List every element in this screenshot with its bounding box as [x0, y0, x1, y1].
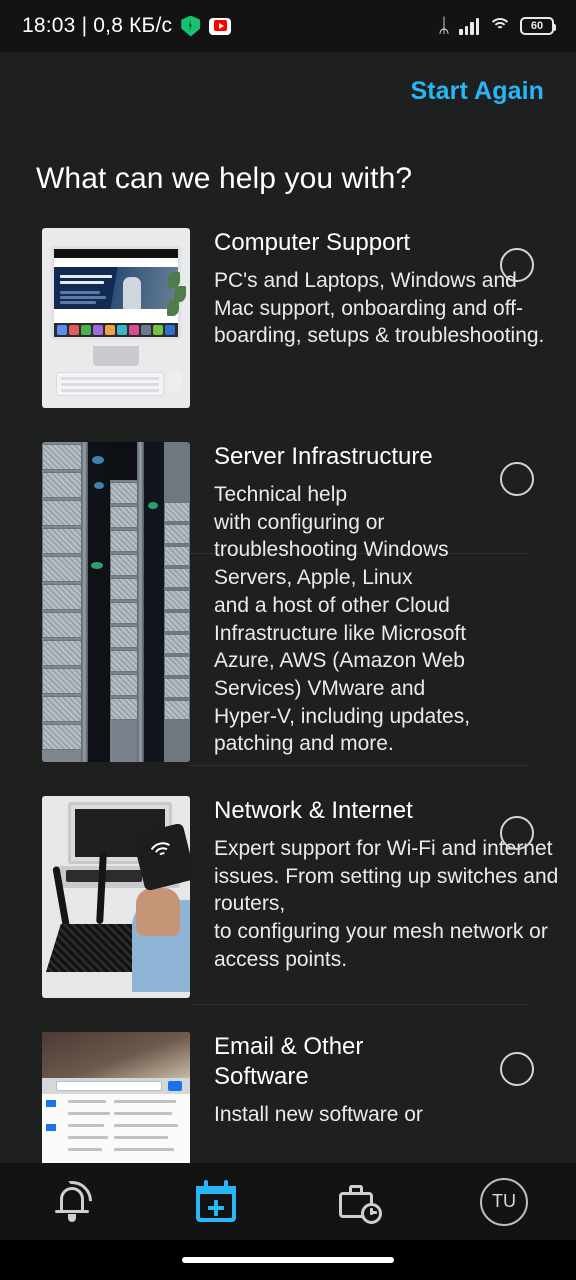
email-inbox-photo: 12 — [42, 1032, 190, 1163]
list-item-description: Technical help with configuring or troub… — [214, 483, 471, 756]
list-divider — [190, 765, 530, 766]
radio-computer-support[interactable] — [500, 248, 534, 282]
wifi-router-photo — [42, 796, 190, 998]
list-item-body: Email & Other Software Install new softw… — [190, 1032, 576, 1163]
list-item-description: Install new software or — [214, 1103, 423, 1126]
bottom-navigation-bar[interactable]: TU — [0, 1163, 576, 1240]
imac-desktop-photo — [42, 228, 190, 408]
list-item-description: Expert support for Wi-Fi and internet is… — [214, 837, 559, 971]
nav-item-job-history[interactable] — [288, 1163, 432, 1240]
status-bar-right: ᛦ 60 — [438, 15, 556, 37]
briefcase-clock-icon — [337, 1180, 383, 1224]
page-title: What can we help you with? — [36, 162, 413, 195]
shield-icon — [181, 15, 201, 37]
start-again-button[interactable]: Start Again — [410, 77, 544, 106]
wifi-icon — [488, 17, 511, 35]
signal-bars-icon — [459, 17, 479, 35]
list-item-body: Computer Support PC's and Laptops, Windo… — [190, 228, 576, 408]
avatar: TU — [480, 1177, 528, 1226]
status-bar-left: 18:03 | 0,8 КБ/с — [22, 14, 232, 38]
nav-item-new-booking[interactable] — [144, 1163, 288, 1240]
server-rack-photo — [42, 442, 190, 762]
service-options-list[interactable]: Computer Support PC's and Laptops, Windo… — [0, 228, 576, 1163]
youtube-icon — [209, 17, 232, 35]
list-item[interactable]: Network & Internet Expert support for Wi… — [0, 796, 576, 998]
radio-email-other-software[interactable] — [500, 1052, 534, 1086]
radio-server-infrastructure[interactable] — [500, 462, 534, 496]
list-item-body: Network & Internet Expert support for Wi… — [190, 796, 576, 998]
status-clock: 18:03 | 0,8 КБ/с — [22, 14, 173, 37]
list-item[interactable]: Server Infrastructure Technical help wit… — [0, 442, 576, 762]
nav-item-notifications[interactable] — [0, 1163, 144, 1240]
battery-icon: 60 — [520, 17, 556, 35]
battery-level-label: 60 — [530, 19, 544, 32]
home-indicator[interactable] — [182, 1257, 394, 1263]
list-item[interactable]: 12 Email & Other Software Install new so… — [0, 1032, 576, 1163]
gesture-nav-area — [0, 1240, 576, 1280]
status-bar: 18:03 | 0,8 КБ/с ᛦ 60 — [0, 0, 576, 52]
bluetooth-icon: ᛦ — [438, 15, 450, 37]
list-item[interactable]: Computer Support PC's and Laptops, Windo… — [0, 228, 576, 408]
radio-network-internet[interactable] — [500, 816, 534, 850]
app-header: Start Again — [0, 52, 576, 130]
calendar-plus-icon — [194, 1179, 238, 1224]
list-divider — [190, 1004, 530, 1005]
nav-item-profile[interactable]: TU — [432, 1163, 576, 1240]
list-item-body: Server Infrastructure Technical help wit… — [190, 442, 576, 762]
bell-icon — [49, 1179, 95, 1225]
